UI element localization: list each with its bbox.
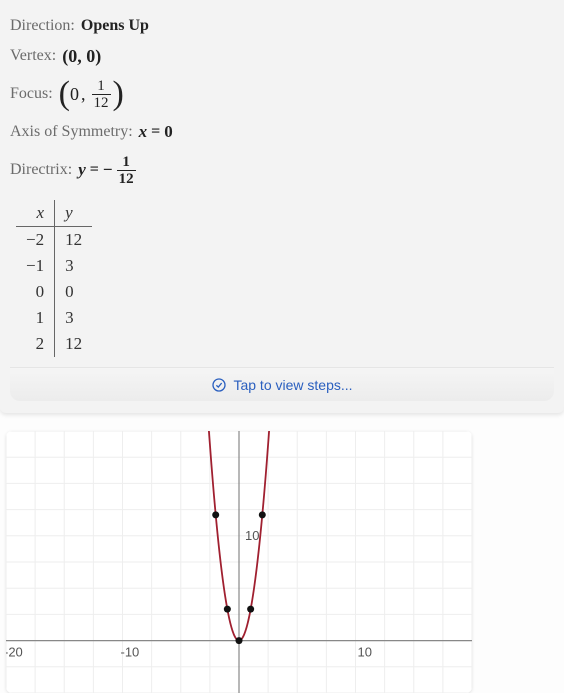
paren-open-icon: ( [59, 77, 70, 111]
focus-frac-num: 1 [95, 78, 107, 94]
focus-value: ( 0 , 1 12 ) [59, 77, 124, 111]
focus-fraction: 1 12 [92, 78, 111, 111]
comma-icon: , [81, 84, 86, 105]
values-table-body: −212−130013212 [16, 227, 92, 358]
table-header-y: y [55, 200, 93, 227]
paren-close-icon: ) [113, 77, 124, 111]
table-cell-y: 12 [55, 227, 93, 254]
table-cell-x: −2 [16, 227, 55, 254]
table-cell-x: 0 [16, 279, 55, 305]
view-steps-button[interactable]: Tap to view steps... [10, 367, 554, 401]
axis-eq: = [151, 123, 160, 141]
svg-text:-10: -10 [121, 645, 140, 660]
vertex-row: Vertex: (0, 0) [10, 44, 554, 68]
table-row: 13 [16, 305, 92, 331]
table-row: 212 [16, 331, 92, 357]
directrix-label: Directrix: [10, 161, 72, 179]
directrix-fraction: 1 12 [117, 154, 136, 187]
axis-val: 0 [164, 122, 173, 142]
values-table: x y −212−130013212 [16, 200, 92, 357]
table-cell-x: 2 [16, 331, 55, 357]
directrix-sign: − [103, 160, 113, 180]
svg-text:10: 10 [245, 528, 259, 543]
table-cell-y: 3 [55, 253, 93, 279]
table-cell-x: −1 [16, 253, 55, 279]
table-row: −13 [16, 253, 92, 279]
graph-svg: -20-10102010 [6, 431, 472, 693]
svg-text:-20: -20 [6, 645, 23, 660]
table-cell-y: 12 [55, 331, 93, 357]
direction-value: Opens Up [81, 17, 149, 35]
table-cell-y: 3 [55, 305, 93, 331]
table-cell-y: 0 [55, 279, 93, 305]
svg-text:10: 10 [358, 645, 372, 660]
table-row: −212 [16, 227, 92, 254]
directrix-frac-num: 1 [120, 154, 132, 170]
focus-label: Focus: [10, 85, 53, 103]
check-circle-icon [211, 377, 227, 393]
focus-frac-den: 12 [92, 95, 111, 111]
direction-label: Direction: [10, 17, 75, 35]
directrix-eq: = [90, 161, 99, 179]
table-cell-x: 1 [16, 305, 55, 331]
axis-row: Axis of Symmetry: x = 0 [10, 120, 554, 144]
view-steps-label: Tap to view steps... [233, 377, 352, 393]
table-row: 00 [16, 279, 92, 305]
table-header-x: x [16, 200, 55, 227]
directrix-var: y [78, 160, 86, 180]
directrix-row: Directrix: y = − 1 12 [10, 150, 554, 190]
vertex-label: Vertex: [10, 47, 56, 65]
properties-card: Direction: Opens Up Vertex: (0, 0) Focus… [0, 0, 564, 413]
axis-label: Axis of Symmetry: [10, 123, 133, 141]
directrix-frac-den: 12 [117, 171, 136, 187]
graph-card[interactable]: -20-10102010 [6, 431, 472, 693]
direction-row: Direction: Opens Up [10, 14, 554, 38]
focus-x: 0 [70, 84, 79, 105]
axis-var: x [139, 122, 148, 142]
vertex-value: (0, 0) [62, 46, 101, 67]
focus-row: Focus: ( 0 , 1 12 ) [10, 74, 554, 114]
